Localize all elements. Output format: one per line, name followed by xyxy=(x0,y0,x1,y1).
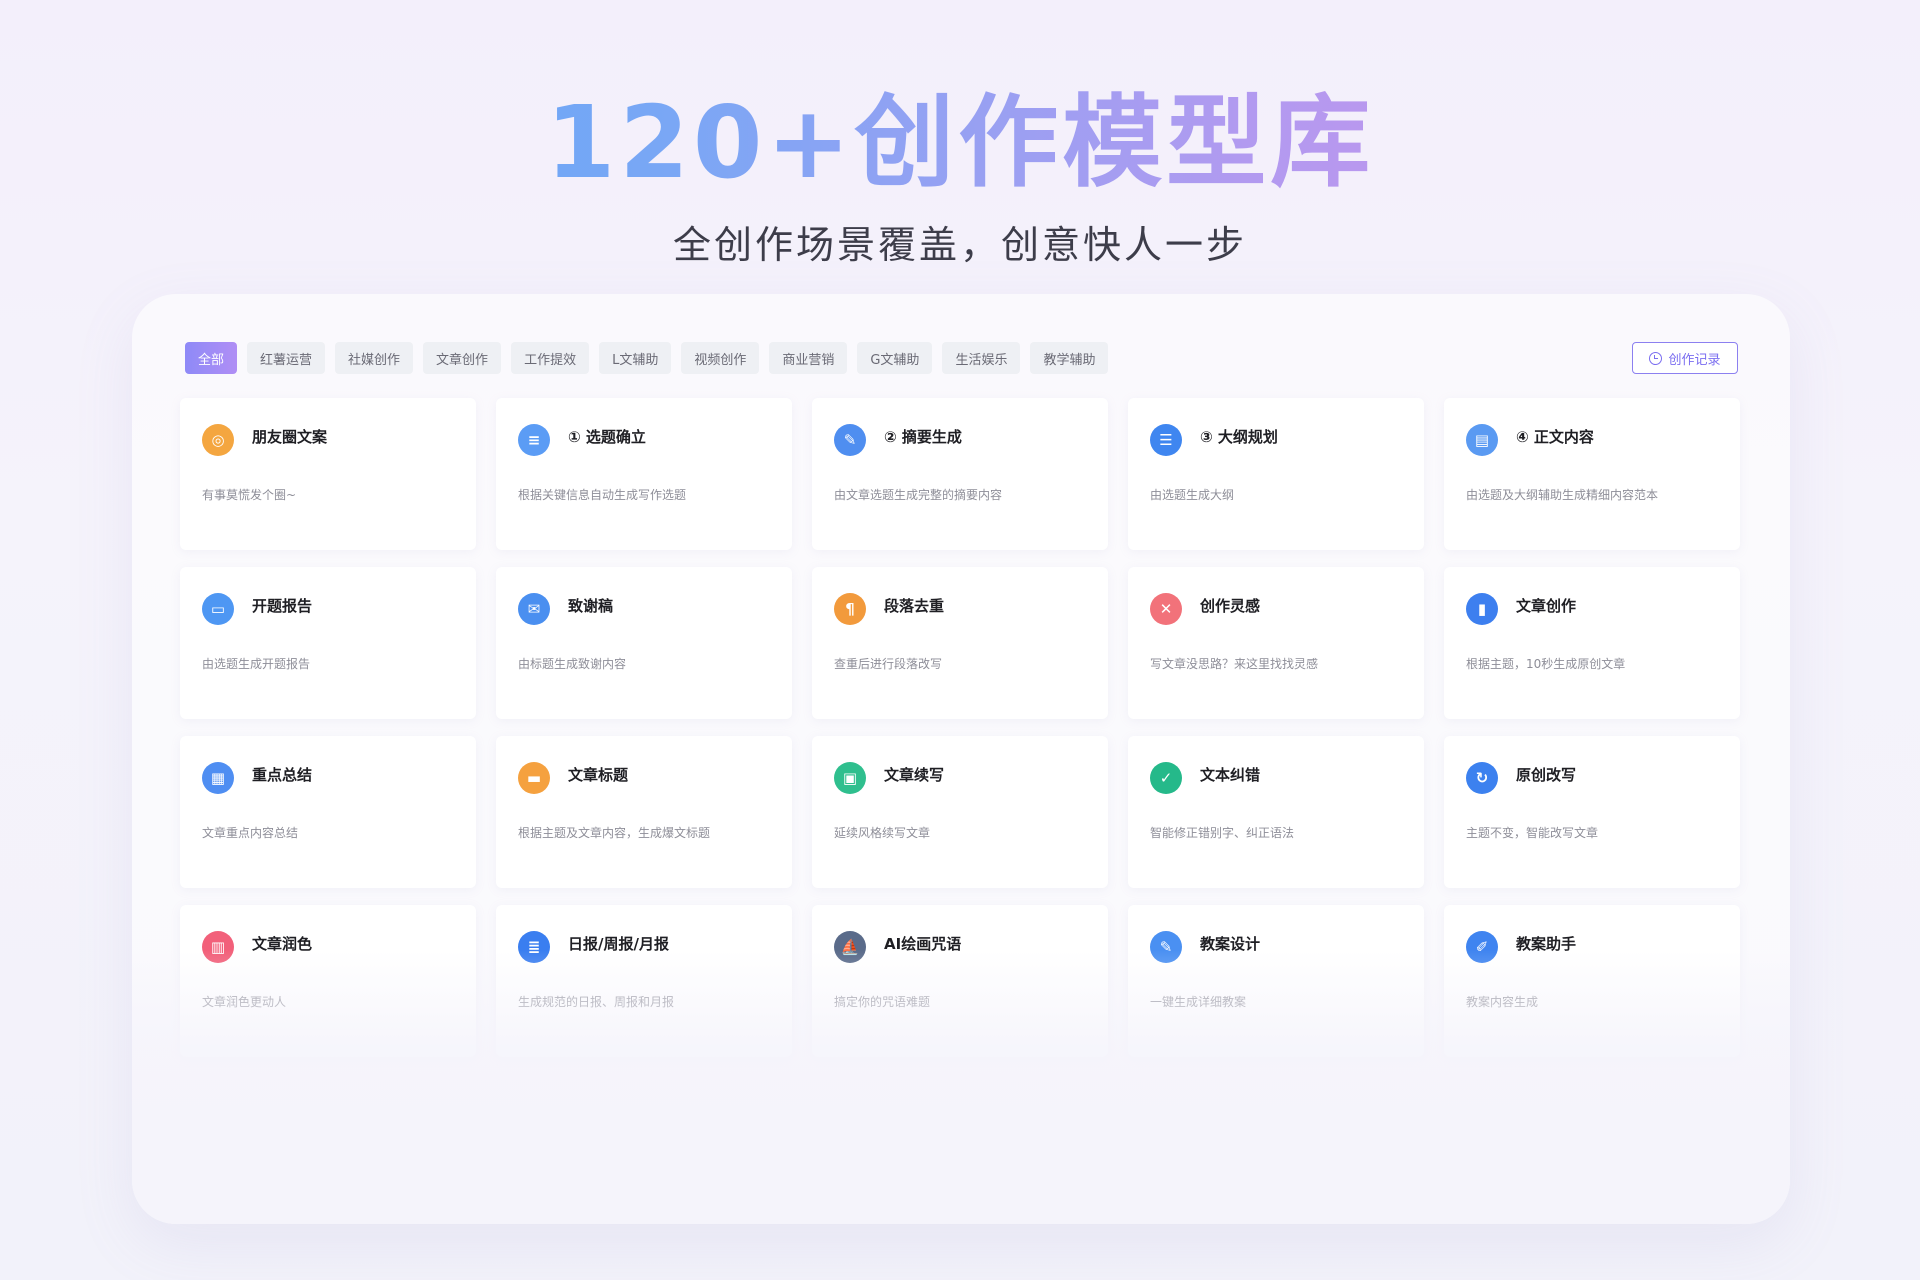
model-card[interactable]: ≡ ① 选题确立根据关键信息自动生成写作选题 xyxy=(496,398,792,550)
model-card-description: 教案内容生成 xyxy=(1466,995,1539,1009)
model-card-description: 文章润色更动人 xyxy=(202,995,287,1009)
model-card[interactable]: ⛵ AI绘画咒语搞定你的咒语难题 xyxy=(812,905,1108,1057)
tab-7[interactable]: 商业营销 xyxy=(769,342,848,374)
model-card[interactable]: ▣ 文章续写延续风格续写文章 xyxy=(812,736,1108,888)
tab-5[interactable]: L文辅助 xyxy=(599,342,672,374)
model-card-title: 教案设计 xyxy=(1200,935,1261,953)
model-card[interactable]: ✕ 创作灵感写文章没思路？来这里找找灵感 xyxy=(1128,567,1424,719)
model-card-description: 文章重点内容总结 xyxy=(202,826,299,840)
ring-icon: ◎ xyxy=(202,424,234,456)
inspiration-icon: ✕ xyxy=(1150,593,1182,625)
creation-history-label: 创作记录 xyxy=(1668,352,1721,368)
model-card-description: 搞定你的咒语难题 xyxy=(834,995,931,1009)
model-card-title: ② 摘要生成 xyxy=(884,428,962,446)
model-card-title: 文章续写 xyxy=(884,766,945,784)
model-card[interactable]: ▬ 文章标题根据主题及文章内容，生成爆文标题 xyxy=(496,736,792,888)
tab-3[interactable]: 文章创作 xyxy=(423,342,502,374)
model-card-title: 文章创作 xyxy=(1516,597,1577,615)
continue-icon: ▣ xyxy=(834,762,866,794)
model-card[interactable]: ¶ 段落去重查重后进行段落改写 xyxy=(812,567,1108,719)
model-card[interactable]: ✓ 文本纠错智能修正错别字、纠正语法 xyxy=(1128,736,1424,888)
model-card-description: 智能修正错别字、纠正语法 xyxy=(1150,826,1295,840)
content-icon: ▤ xyxy=(1466,424,1498,456)
tab-8[interactable]: G文辅助 xyxy=(857,342,933,374)
hero-subtitle: 全创作场景覆盖，创意快人一步 xyxy=(672,223,1247,267)
article-icon: ▮ xyxy=(1466,593,1498,625)
model-card-title: 致谢稿 xyxy=(568,597,614,615)
tab-6[interactable]: 视频创作 xyxy=(681,342,760,374)
tab-1[interactable]: 红薯运营 xyxy=(247,342,326,374)
sailboat-icon: ⛵ xyxy=(834,931,866,963)
model-card-title: 文章标题 xyxy=(568,766,629,784)
model-card-title: 日报/周报/月报 xyxy=(568,935,669,953)
model-card-title: 朋友圈文案 xyxy=(252,428,328,446)
model-card[interactable]: ◎ 朋友圈文案有事莫慌发个圈~ xyxy=(180,398,476,550)
tab-9[interactable]: 生活娱乐 xyxy=(942,342,1021,374)
tab-0[interactable]: 全部 xyxy=(185,342,238,374)
rewrite-icon: ↻ xyxy=(1466,762,1498,794)
model-card-description: 由选题生成大纲 xyxy=(1150,488,1235,502)
model-card-description: 有事莫慌发个圈~ xyxy=(202,488,297,502)
model-card[interactable]: ≣ 日报/周报/月报生成规范的日报、周报和月报 xyxy=(496,905,792,1057)
paragraph-icon: ¶ xyxy=(834,593,866,625)
model-card[interactable]: ▮ 文章创作根据主题，10秒生成原创文章 xyxy=(1444,567,1740,719)
category-tabs: 全部 红薯运营 社媒创作 文章创作 工作提效 L文辅助 视频创作 商业营销 G文辅助 生活娱乐 教学… xyxy=(185,342,1109,374)
model-card-title: 段落去重 xyxy=(884,597,945,615)
model-card-title: 开题报告 xyxy=(252,597,313,615)
model-card-grid: ◎ 朋友圈文案有事莫慌发个圈~ ≡ ① 选题确立根据关键信息自动生成写作选题 ✎ ② 摘要… xyxy=(180,398,1740,1057)
model-card-description: 查重后进行段落改写 xyxy=(834,657,943,671)
model-card-description: 由文章选题生成完整的摘要内容 xyxy=(834,488,1003,502)
tab-2[interactable]: 社媒创作 xyxy=(335,342,414,374)
model-card-title: ④ 正文内容 xyxy=(1516,428,1594,446)
model-card-title: 文本纠错 xyxy=(1200,766,1261,784)
lesson-assistant-icon: ✐ xyxy=(1466,931,1498,963)
model-card-title: 原创改写 xyxy=(1516,766,1577,784)
model-card-description: 一键生成详细教案 xyxy=(1150,995,1247,1009)
hero-title: 120+创作模型库 xyxy=(0,88,1920,198)
model-card-description: 根据关键信息自动生成写作选题 xyxy=(518,488,687,502)
lesson-design-icon: ✎ xyxy=(1150,931,1182,963)
outline-icon: ☰ xyxy=(1150,424,1182,456)
model-card-description: 写文章没思路？来这里找找灵感 xyxy=(1150,657,1319,671)
model-card-title: ③ 大纲规划 xyxy=(1200,428,1278,446)
tab-4[interactable]: 工作提效 xyxy=(511,342,590,374)
model-card[interactable]: ▥ 文章润色文章润色更动人 xyxy=(180,905,476,1057)
model-card[interactable]: ✎ 教案设计一键生成详细教案 xyxy=(1128,905,1424,1057)
model-card-title: 文章润色 xyxy=(252,935,313,953)
check-icon: ✓ xyxy=(1150,762,1182,794)
model-card[interactable]: ▦ 重点总结文章重点内容总结 xyxy=(180,736,476,888)
daily-report-icon: ≣ xyxy=(518,931,550,963)
model-card-description: 生成规范的日报、周报和月报 xyxy=(518,995,675,1009)
model-card[interactable]: ↻ 原创改写主题不变，智能改写文章 xyxy=(1444,736,1740,888)
model-card[interactable]: ▤ ④ 正文内容由选题及大纲辅助生成精细内容范本 xyxy=(1444,398,1740,550)
model-card-description: 延续风格续写文章 xyxy=(834,826,931,840)
model-card-title: 教案助手 xyxy=(1516,935,1577,953)
model-card[interactable]: ▭ 开题报告由选题生成开题报告 xyxy=(180,567,476,719)
model-card-title: AI绘画咒语 xyxy=(884,935,962,953)
report-icon: ▭ xyxy=(202,593,234,625)
model-card-description: 由选题生成开题报告 xyxy=(202,657,311,671)
model-card[interactable]: ☰ ③ 大纲规划由选题生成大纲 xyxy=(1128,398,1424,550)
model-card[interactable]: ✐ 教案助手教案内容生成 xyxy=(1444,905,1740,1057)
model-card[interactable]: ✎ ② 摘要生成由文章选题生成完整的摘要内容 xyxy=(812,398,1108,550)
model-card-description: 根据主题及文章内容，生成爆文标题 xyxy=(518,826,711,840)
model-card[interactable]: ✉ 致谢稿由标题生成致谢内容 xyxy=(496,567,792,719)
tab-10[interactable]: 教学辅助 xyxy=(1030,342,1109,374)
document-edit-icon: ✎ xyxy=(834,424,866,456)
clock-icon xyxy=(1649,351,1663,365)
model-card-title: ① 选题确立 xyxy=(568,428,646,446)
document-list-icon: ≡ xyxy=(518,424,550,456)
model-card-description: 由选题及大纲辅助生成精细内容范本 xyxy=(1466,488,1659,502)
model-card-description: 主题不变，智能改写文章 xyxy=(1466,826,1599,840)
summary-icon: ▦ xyxy=(202,762,234,794)
model-card-description: 根据主题，10秒生成原创文章 xyxy=(1466,657,1626,671)
headline-icon: ▬ xyxy=(518,762,550,794)
thanks-icon: ✉ xyxy=(518,593,550,625)
creation-history-button[interactable]: 创作记录 xyxy=(1632,342,1738,374)
model-card-title: 重点总结 xyxy=(252,766,313,784)
polish-icon: ▥ xyxy=(202,931,234,963)
model-card-description: 由标题生成致谢内容 xyxy=(518,657,627,671)
model-card-title: 创作灵感 xyxy=(1200,597,1261,615)
